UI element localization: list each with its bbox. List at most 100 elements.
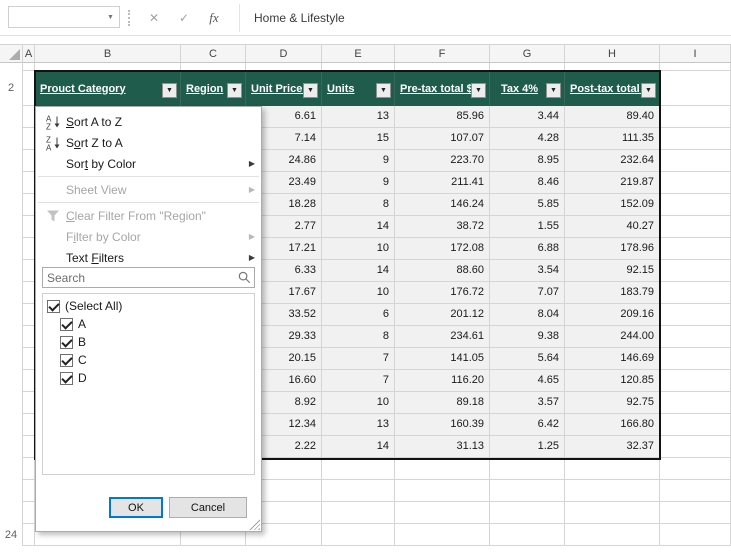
filter-button-post-tax-total[interactable]: ▼ bbox=[641, 83, 656, 98]
cell[interactable] bbox=[23, 260, 35, 282]
menu-item-sort-by-color[interactable]: Sort by Color ▶ bbox=[36, 153, 261, 174]
cell[interactable] bbox=[23, 348, 35, 370]
cell[interactable]: 85.96 bbox=[395, 106, 490, 128]
name-box[interactable]: ▼ bbox=[8, 6, 120, 28]
cell[interactable] bbox=[23, 436, 35, 458]
cell[interactable] bbox=[246, 63, 322, 71]
cell[interactable]: 183.79 bbox=[565, 282, 660, 304]
column-header-b[interactable]: B bbox=[35, 45, 181, 62]
cell[interactable] bbox=[660, 238, 731, 260]
cell[interactable] bbox=[23, 194, 35, 216]
cell[interactable] bbox=[23, 282, 35, 304]
cell[interactable] bbox=[23, 414, 35, 436]
cell[interactable]: 116.20 bbox=[395, 370, 490, 392]
formula-input[interactable]: Home & Lifestyle bbox=[254, 0, 345, 36]
menu-item-text-filters[interactable]: Text Filters ▶ bbox=[36, 247, 261, 268]
cell[interactable] bbox=[660, 436, 731, 458]
filter-button-pre-tax-total[interactable]: ▼ bbox=[471, 83, 486, 98]
menu-item-sort-a-to-z[interactable]: A Z Sort A to Z bbox=[36, 111, 261, 132]
cell[interactable]: 172.08 bbox=[395, 238, 490, 260]
column-header-d[interactable]: D bbox=[246, 45, 322, 62]
cell[interactable] bbox=[23, 63, 35, 71]
cell[interactable] bbox=[395, 524, 490, 546]
column-header-a[interactable]: A bbox=[23, 45, 35, 62]
cell[interactable]: 166.80 bbox=[565, 414, 660, 436]
cell[interactable]: 1.25 bbox=[490, 436, 565, 458]
column-header-h[interactable]: H bbox=[565, 45, 660, 62]
filter-value-d[interactable]: D bbox=[43, 369, 254, 387]
cell[interactable]: 6.88 bbox=[490, 238, 565, 260]
cell[interactable]: 111.35 bbox=[565, 128, 660, 150]
checkbox-select-all[interactable] bbox=[47, 299, 60, 313]
cell[interactable]: 8 bbox=[322, 326, 395, 348]
cell[interactable] bbox=[23, 172, 35, 194]
cell[interactable]: 38.72 bbox=[395, 216, 490, 238]
cell[interactable] bbox=[660, 502, 731, 524]
cell[interactable] bbox=[490, 480, 565, 502]
column-header-e[interactable]: E bbox=[322, 45, 395, 62]
cell[interactable]: 6 bbox=[322, 304, 395, 326]
cell[interactable] bbox=[660, 348, 731, 370]
cell[interactable] bbox=[35, 63, 181, 71]
cell[interactable] bbox=[23, 238, 35, 260]
checkbox-c[interactable] bbox=[60, 353, 73, 367]
cell[interactable]: 160.39 bbox=[395, 414, 490, 436]
cell[interactable]: 1.55 bbox=[490, 216, 565, 238]
cell[interactable] bbox=[565, 480, 660, 502]
cell[interactable]: 15 bbox=[322, 128, 395, 150]
cell[interactable]: 10 bbox=[322, 282, 395, 304]
cell[interactable]: 3.57 bbox=[490, 392, 565, 414]
cell[interactable] bbox=[395, 480, 490, 502]
cell[interactable]: 92.15 bbox=[565, 260, 660, 282]
cell[interactable]: 7 bbox=[322, 348, 395, 370]
cell[interactable]: 9 bbox=[322, 172, 395, 194]
cell[interactable]: 3.44 bbox=[490, 106, 565, 128]
search-input[interactable] bbox=[43, 270, 234, 285]
cell[interactable] bbox=[660, 524, 731, 546]
cell[interactable]: 89.40 bbox=[565, 106, 660, 128]
search-icon[interactable] bbox=[234, 270, 254, 285]
cell[interactable] bbox=[322, 458, 395, 480]
cell[interactable] bbox=[660, 71, 731, 106]
cell[interactable]: 6.42 bbox=[490, 414, 565, 436]
cell[interactable]: 141.05 bbox=[395, 348, 490, 370]
cell[interactable] bbox=[23, 480, 35, 502]
cell[interactable] bbox=[322, 524, 395, 546]
cell[interactable] bbox=[23, 71, 35, 106]
cell[interactable]: 5.85 bbox=[490, 194, 565, 216]
filter-button-units[interactable]: ▼ bbox=[376, 83, 391, 98]
cell[interactable] bbox=[660, 282, 731, 304]
cell[interactable]: 232.64 bbox=[565, 150, 660, 172]
cell[interactable]: 5.64 bbox=[490, 348, 565, 370]
cell[interactable] bbox=[395, 502, 490, 524]
cell[interactable]: 7 bbox=[322, 370, 395, 392]
cell[interactable]: 8.04 bbox=[490, 304, 565, 326]
cell[interactable]: 14 bbox=[322, 260, 395, 282]
cell[interactable] bbox=[322, 63, 395, 71]
filter-button-prouct-category[interactable]: ▼ bbox=[162, 83, 177, 98]
cell[interactable]: 219.87 bbox=[565, 172, 660, 194]
cell[interactable] bbox=[565, 63, 660, 71]
filter-button-unit-price[interactable]: ▼ bbox=[303, 83, 318, 98]
cell[interactable]: 40.27 bbox=[565, 216, 660, 238]
formula-bar-grip[interactable] bbox=[128, 10, 130, 26]
cell[interactable]: 3.54 bbox=[490, 260, 565, 282]
cell[interactable]: 9.38 bbox=[490, 326, 565, 348]
cell[interactable] bbox=[660, 304, 731, 326]
cell[interactable] bbox=[23, 458, 35, 480]
cell[interactable]: 88.60 bbox=[395, 260, 490, 282]
menu-item-sort-z-to-a[interactable]: Z A Sort Z to A bbox=[36, 132, 261, 153]
cell[interactable]: 32.37 bbox=[565, 436, 660, 458]
cell[interactable] bbox=[660, 106, 731, 128]
insert-function-icon[interactable]: fx bbox=[203, 7, 225, 29]
cell[interactable]: 234.61 bbox=[395, 326, 490, 348]
cell[interactable]: 146.24 bbox=[395, 194, 490, 216]
column-header-i[interactable]: I bbox=[660, 45, 731, 62]
cell[interactable]: 10 bbox=[322, 238, 395, 260]
filter-value-select-all[interactable]: (Select All) bbox=[43, 297, 254, 315]
cancel-button[interactable]: Cancel bbox=[169, 497, 247, 518]
column-header-f[interactable]: F bbox=[395, 45, 490, 62]
cell[interactable] bbox=[23, 502, 35, 524]
cell[interactable] bbox=[23, 370, 35, 392]
cell[interactable]: 8.95 bbox=[490, 150, 565, 172]
